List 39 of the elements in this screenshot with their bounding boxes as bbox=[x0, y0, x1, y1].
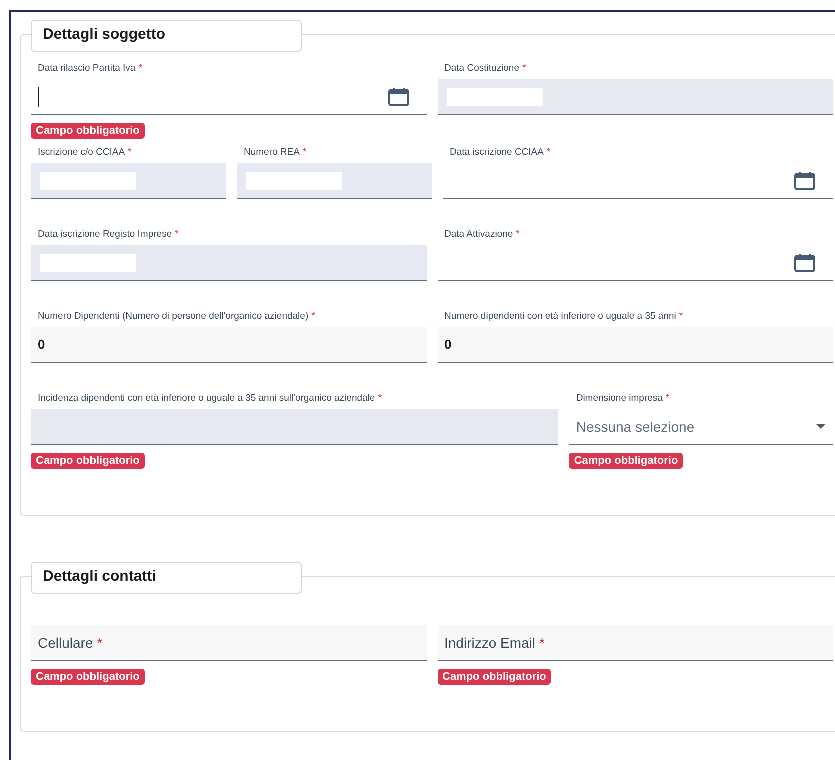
calendar-icon[interactable] bbox=[794, 252, 816, 272]
required-mark: * bbox=[97, 634, 103, 650]
required-mark: * bbox=[666, 393, 670, 404]
calendar-icon[interactable] bbox=[794, 170, 816, 190]
error-badge: Campo obbligatorio bbox=[31, 669, 145, 685]
field-label: Numero Dipendenti (Numero di persone dell'organico aziendale) bbox=[38, 311, 309, 322]
required-mark: * bbox=[516, 229, 520, 240]
field-label: Dimensione impresa bbox=[576, 393, 663, 404]
required-mark: * bbox=[540, 634, 545, 650]
section-title: Dettagli contatti bbox=[31, 562, 302, 594]
error-badge: Campo obbligatorio bbox=[438, 669, 552, 685]
required-mark: * bbox=[175, 229, 179, 240]
field-label: Data Costituzione bbox=[444, 63, 520, 74]
field-label: Iscrizione c/o CCIAA bbox=[38, 147, 126, 158]
field-label: Data rilascio Partita Iva bbox=[38, 63, 136, 74]
required-mark: * bbox=[128, 147, 132, 158]
caret-icon bbox=[816, 424, 826, 430]
field-label: Data iscrizione CCIAA bbox=[450, 147, 544, 158]
required-mark: * bbox=[312, 311, 316, 322]
section-title: Dettagli soggetto bbox=[31, 20, 302, 52]
field-label: Numero REA bbox=[244, 147, 300, 158]
field-label: Numero dipendenti con età inferiore o uguale a 35 anni bbox=[444, 311, 676, 322]
error-badge: Campo obbligatorio bbox=[31, 123, 145, 139]
error-badge: Campo obbligatorio bbox=[569, 453, 684, 469]
number-field[interactable]: 0 bbox=[438, 327, 833, 363]
field-label: Data Attivazione bbox=[444, 229, 514, 240]
text-field[interactable]: Indirizzo Email * bbox=[438, 625, 833, 661]
required-mark: * bbox=[546, 147, 551, 158]
number-field[interactable]: 0 bbox=[31, 327, 426, 363]
required-mark: * bbox=[522, 63, 526, 74]
field-label: Incidenza dipendenti con età inferiore o uguale a 35 anni sull'organico aziendale bbox=[38, 393, 376, 404]
calendar-icon[interactable] bbox=[388, 86, 410, 106]
text-field[interactable]: Cellulare * bbox=[31, 625, 426, 661]
error-badge: Campo obbligatorio bbox=[31, 453, 145, 469]
required-mark: * bbox=[679, 311, 684, 322]
required-mark: * bbox=[138, 63, 142, 74]
required-mark: * bbox=[302, 147, 307, 158]
required-mark: * bbox=[378, 393, 382, 404]
field-label: Data iscrizione Registo Imprese bbox=[38, 229, 172, 240]
